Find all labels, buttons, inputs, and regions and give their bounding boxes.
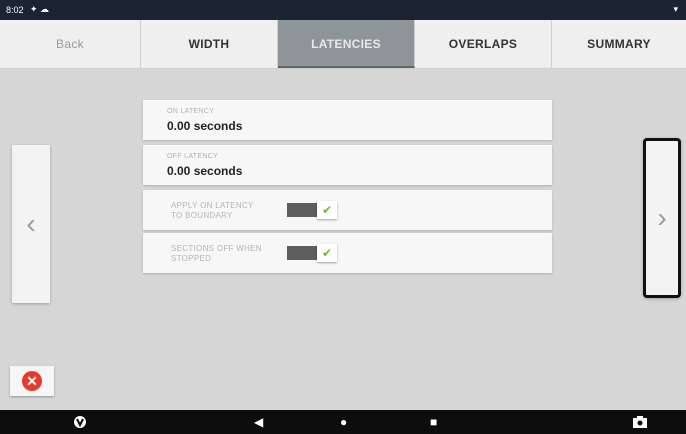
on-latency-field[interactable]: ON LATENCY 0.00 seconds [143, 100, 552, 140]
cancel-button[interactable]: ✕ [10, 366, 54, 396]
sections-off-row: SECTIONS OFF WHEN STOPPED ✔ [143, 233, 552, 273]
tab-width[interactable]: WIDTH [141, 20, 278, 68]
nav-back-icon[interactable]: ◀ [254, 415, 263, 429]
tab-summary[interactable]: SUMMARY [552, 20, 686, 68]
previous-page-button[interactable]: ‹ [12, 145, 50, 303]
screenshot-icon[interactable] [632, 415, 648, 432]
sections-off-toggle[interactable]: ✔ [287, 244, 341, 262]
android-nav-bar: ◀ ● ■ [0, 410, 686, 434]
next-page-button[interactable]: › [643, 138, 681, 298]
close-icon: ✕ [22, 371, 42, 391]
tab-latencies[interactable]: LATENCIES [278, 20, 415, 68]
on-latency-value: 0.00 seconds [167, 119, 243, 133]
on-latency-label: ON LATENCY [167, 108, 215, 115]
nav-recents-icon[interactable]: ■ [430, 415, 437, 429]
check-icon: ✔ [317, 201, 337, 219]
tab-overlaps[interactable]: OVERLAPS [415, 20, 552, 68]
status-bar: 8:02 ✦ ☁ ▾ [0, 0, 686, 20]
status-icons: ✦ ☁ [30, 4, 50, 14]
chevron-left-icon: ‹ [26, 208, 36, 239]
off-latency-label: OFF LATENCY [167, 153, 219, 160]
apply-on-latency-label: APPLY ON LATENCY TO BOUNDARY [171, 201, 254, 220]
apply-on-latency-toggle[interactable]: ✔ [287, 201, 341, 219]
tab-bar: Back WIDTH LATENCIES OVERLAPS SUMMARY [0, 20, 686, 69]
nav-home-icon[interactable]: ● [340, 415, 347, 429]
off-latency-field[interactable]: OFF LATENCY 0.00 seconds [143, 145, 552, 185]
sections-off-label: SECTIONS OFF WHEN STOPPED [171, 244, 262, 263]
check-icon: ✔ [317, 244, 337, 262]
app-logo-icon[interactable] [73, 415, 87, 432]
wifi-icon: ▾ [673, 4, 678, 14]
chevron-right-icon: › [657, 202, 667, 233]
back-button[interactable]: Back [0, 20, 141, 68]
status-time: 8:02 [6, 5, 24, 15]
off-latency-value: 0.00 seconds [167, 164, 243, 178]
apply-on-latency-row: APPLY ON LATENCY TO BOUNDARY ✔ [143, 190, 552, 230]
